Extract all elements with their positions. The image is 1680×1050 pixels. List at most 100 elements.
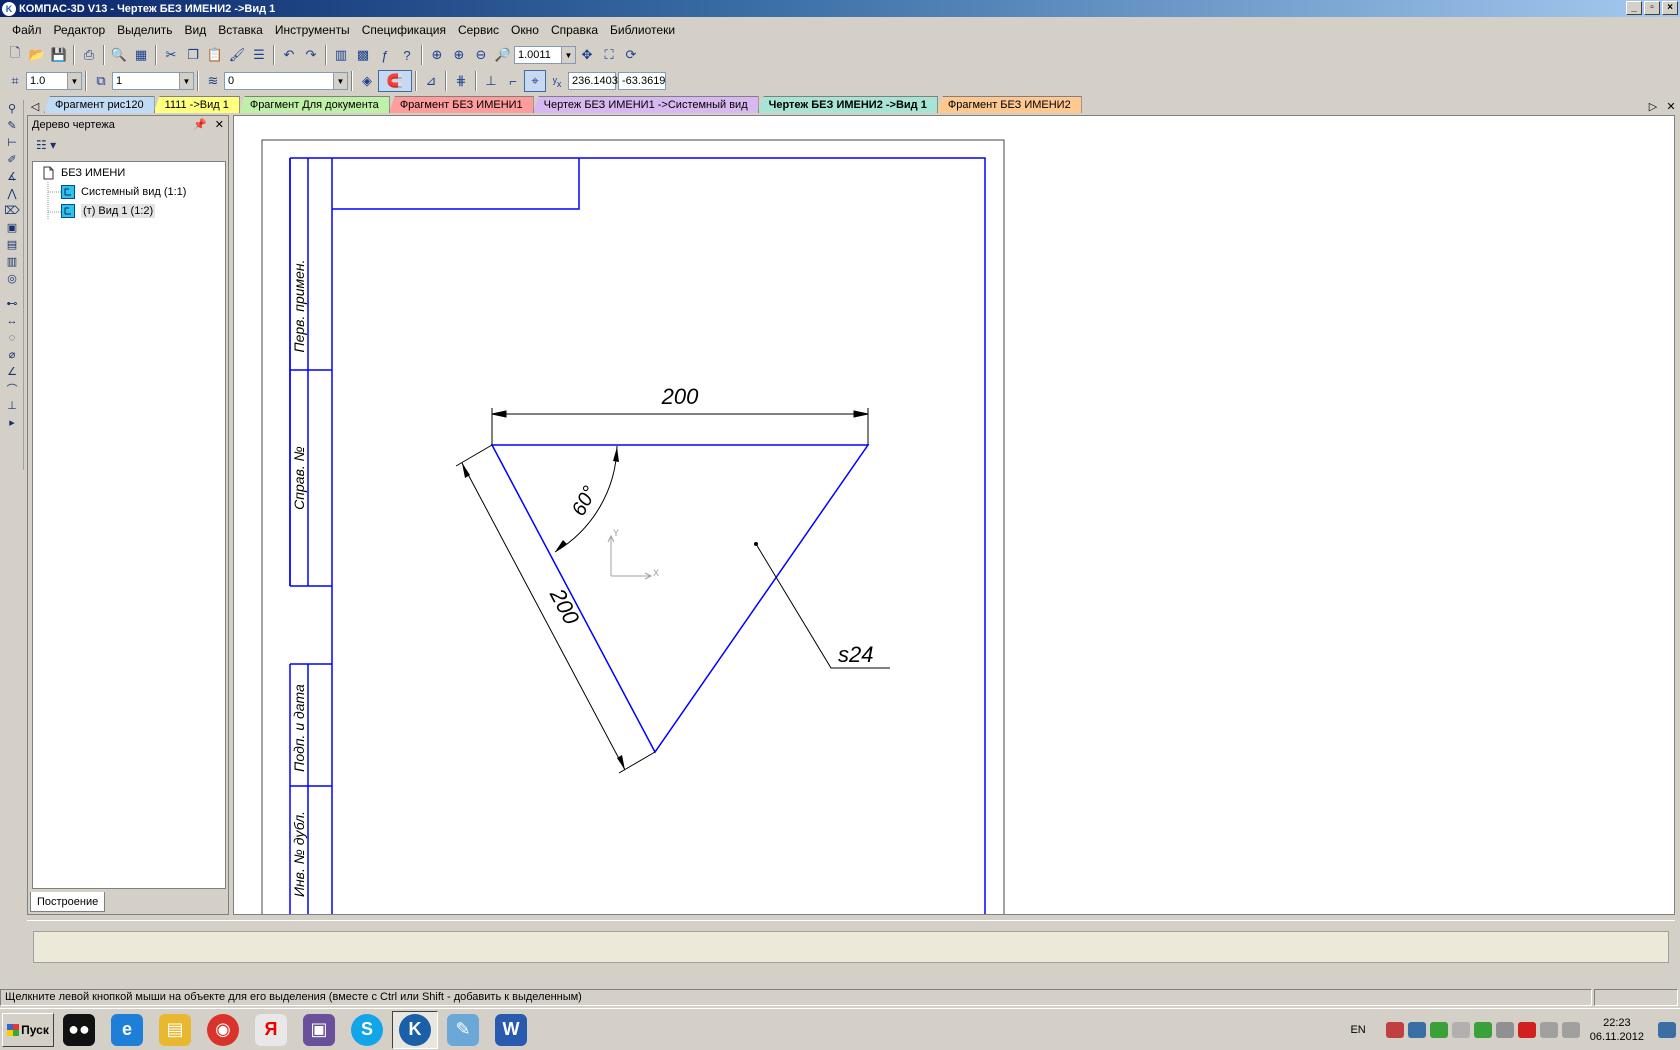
tray-shield-icon[interactable] — [1473, 1022, 1492, 1038]
properties-icon[interactable]: ☰ — [248, 44, 270, 66]
tray-flag-icon[interactable] — [1451, 1022, 1470, 1038]
minimize-button[interactable]: _ — [1626, 1, 1642, 15]
show-desktop-icon[interactable] — [1658, 1022, 1676, 1038]
designations-icon[interactable]: ✐ — [2, 151, 22, 168]
orthogonal-icon[interactable]: ⊥ — [480, 70, 502, 92]
drawing-canvas[interactable]: Перв. примен. Справ. № Подп. и дата Инв.… — [233, 115, 1675, 915]
menu-file[interactable]: Файл — [6, 23, 48, 37]
variables-icon[interactable]: ▩ — [352, 44, 374, 66]
taskbar-paint[interactable]: ✎ — [440, 1011, 486, 1049]
function-icon[interactable]: ƒ — [374, 44, 396, 66]
taskbar-ie[interactable]: e — [104, 1011, 150, 1049]
horizontal-dimension-icon[interactable]: ↔ — [2, 312, 22, 329]
close-tab-icon[interactable]: ✕ — [1662, 100, 1680, 113]
tray-volume-icon[interactable] — [1561, 1022, 1580, 1038]
parametrization-icon[interactable]: ∡ — [2, 168, 22, 185]
taskbar-kompas[interactable]: K — [392, 1010, 438, 1049]
start-button[interactable]: Пуск — [2, 1012, 54, 1047]
pin-icon[interactable]: 📌 — [193, 118, 207, 131]
edit-geometry-icon[interactable]: ✎ — [2, 117, 22, 134]
tab-fragment-ris120[interactable]: Фрагмент рис120 — [44, 96, 155, 113]
snaps-magnet-icon[interactable]: 🧲 — [378, 70, 412, 92]
menu-help[interactable]: Справка — [545, 23, 604, 37]
taskbar-save[interactable]: ▣ — [296, 1011, 342, 1049]
tray-check-icon[interactable] — [1429, 1022, 1448, 1038]
spec-icon[interactable]: ▤ — [2, 236, 22, 253]
cursor-coordinates-icon[interactable]: ⌖ — [524, 70, 546, 92]
height-mark-icon[interactable]: ⊥ — [2, 397, 22, 414]
tab-fragment-unnamed1[interactable]: Фрагмент БЕЗ ИМЕНИ1 — [388, 96, 534, 113]
geometry-icon[interactable]: ⚲ — [2, 100, 22, 117]
cut-icon[interactable]: ✂ — [160, 44, 182, 66]
dimension-top[interactable] — [491, 408, 869, 445]
properties-state-icon[interactable]: ◈ — [356, 70, 378, 92]
restore-button[interactable]: ▫ — [1644, 1, 1660, 15]
zoom-combo[interactable]: 1.0011 ▼ — [514, 46, 576, 64]
zoom-window-icon[interactable]: ⊕ — [426, 44, 448, 66]
zoom-in-icon[interactable]: ⊕ — [448, 44, 470, 66]
tab-scroll-left-icon[interactable]: ◁ — [26, 100, 44, 113]
tray-network-icon[interactable] — [1539, 1022, 1558, 1038]
tab-scroll-right-icon[interactable]: ▷ — [1644, 100, 1662, 113]
radial-dimension-icon[interactable]: ◌ — [2, 329, 22, 346]
tab-1111-view1[interactable]: 1111 ->Вид 1 — [153, 96, 240, 113]
reports-icon[interactable]: ▥ — [2, 253, 22, 270]
format-brush-icon[interactable]: 🖌 — [226, 44, 248, 66]
tree-item-system-view[interactable]: Системный вид (1:1) — [61, 185, 186, 199]
selection-icon[interactable]: ⌦ — [2, 202, 22, 219]
expand-arrow-icon[interactable]: ▸ — [2, 414, 22, 431]
zoom-scale-icon[interactable]: 🔎 — [492, 44, 514, 66]
local-cs-icon[interactable]: ⊿ — [420, 70, 442, 92]
coord-y-field[interactable]: -63.3619 — [618, 72, 666, 90]
menu-editor[interactable]: Редактор — [48, 23, 112, 37]
close-panel-icon[interactable]: ✕ — [215, 118, 224, 131]
menu-insert[interactable]: Вставка — [212, 23, 269, 37]
menu-specification[interactable]: Спецификация — [356, 23, 452, 37]
tab-drawing-unnamed2[interactable]: Чертеж БЕЗ ИМЕНИ2 ->Вид 1 — [757, 96, 938, 113]
dimensions-icon[interactable]: ⊢ — [2, 134, 22, 151]
manager-icon[interactable]: ▦ — [130, 44, 152, 66]
open-folder-icon[interactable]: 📂 — [26, 44, 48, 66]
menu-select[interactable]: Выделить — [111, 23, 178, 37]
grid-step-combo[interactable]: 1.0 ▼ — [26, 72, 82, 90]
zoom-out-icon[interactable]: ⊖ — [470, 44, 492, 66]
library-manager-icon[interactable]: ▥ — [330, 44, 352, 66]
preview-icon[interactable]: 🔍 — [108, 44, 130, 66]
arc-dimension-icon[interactable]: ⌒ — [2, 380, 22, 397]
taskbar-chrome[interactable]: ◉ — [200, 1011, 246, 1049]
diametral-dimension-icon[interactable]: ⌀ — [2, 346, 22, 363]
taskbar-explorer[interactable]: ▤ — [152, 1011, 198, 1049]
language-indicator[interactable]: EN — [1350, 1024, 1365, 1036]
menu-view[interactable]: Вид — [179, 23, 213, 37]
tray-pen-icon[interactable] — [1495, 1022, 1514, 1038]
coord-x-field[interactable]: 236.1403 — [568, 72, 618, 90]
tree-tab-construction[interactable]: Построение — [30, 892, 106, 912]
tab-fragment-unnamed2[interactable]: Фрагмент БЕЗ ИМЕНИ2 — [936, 96, 1082, 113]
taskbar-yandex[interactable]: Я — [248, 1011, 294, 1049]
view-state-icon[interactable]: ⧉ — [90, 70, 112, 92]
taskbar-word[interactable]: W — [488, 1011, 534, 1049]
undo-icon[interactable]: ↶ — [278, 44, 300, 66]
grid-step-icon[interactable]: ⌗ — [4, 70, 26, 92]
paste-icon[interactable]: 📋 — [204, 44, 226, 66]
tray-b-icon[interactable] — [1407, 1022, 1426, 1038]
redo-icon[interactable]: ↷ — [300, 44, 322, 66]
grid-icon[interactable]: ⋕ — [450, 70, 472, 92]
linear-dimension-icon[interactable]: ⊷ — [2, 295, 22, 312]
tab-drawing-unnamed1[interactable]: Чертеж БЕЗ ИМЕНИ1 ->Системный вид — [532, 96, 759, 113]
copy-icon[interactable]: ❐ — [182, 44, 204, 66]
menu-libraries[interactable]: Библиотеки — [604, 23, 681, 37]
tab-fragment-for-document[interactable]: Фрагмент Для документа — [238, 96, 390, 113]
insert-icon[interactable]: ◎ — [2, 270, 22, 287]
refresh-icon[interactable]: ⟳ — [620, 44, 642, 66]
layer-combo[interactable]: 0 ▼ — [224, 72, 348, 90]
associative-view-icon[interactable]: ▣ — [2, 219, 22, 236]
view-combo[interactable]: 1 ▼ — [112, 72, 194, 90]
ortho-mode-icon[interactable]: ⌐ — [502, 70, 524, 92]
tray-app-icon[interactable] — [1385, 1022, 1404, 1038]
menu-service[interactable]: Сервис — [452, 23, 505, 37]
close-button[interactable]: × — [1662, 1, 1678, 15]
save-icon[interactable]: 💾 — [48, 44, 70, 66]
measure-icon[interactable]: ⋀ — [2, 185, 22, 202]
new-document-icon[interactable]: 🗋 — [4, 44, 26, 66]
